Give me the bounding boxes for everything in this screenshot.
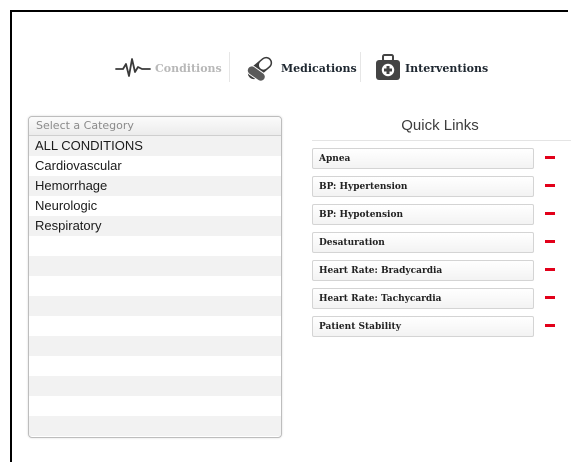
medical-kit-icon — [375, 53, 401, 84]
minus-icon[interactable] — [545, 296, 555, 299]
tab-medications-label: Medications — [281, 61, 357, 75]
quick-links-title: Quick Links — [401, 117, 479, 134]
tab-conditions-label: Conditions — [155, 61, 222, 75]
category-empty-row — [29, 416, 281, 436]
quick-link-heart-rate-tachycardia[interactable]: Heart Rate: Tachycardia — [312, 288, 534, 309]
category-empty-row — [29, 316, 281, 336]
tab-interventions-label: Interventions — [405, 61, 489, 75]
quick-link-item: Desaturation — [312, 232, 571, 260]
category-empty-row — [29, 236, 281, 256]
tab-interventions[interactable]: Interventions — [375, 53, 489, 80]
quick-link-heart-rate-bradycardia[interactable]: Heart Rate: Bradycardia — [312, 260, 534, 281]
quick-link-patient-stability[interactable]: Patient Stability — [312, 316, 534, 337]
category-empty-row — [29, 376, 281, 396]
category-item-neurologic[interactable]: Neurologic — [29, 196, 281, 216]
quick-link-desaturation[interactable]: Desaturation — [312, 232, 534, 253]
minus-icon[interactable] — [545, 156, 555, 159]
minus-icon[interactable] — [545, 184, 555, 187]
quick-link-apnea[interactable]: Apnea — [312, 148, 534, 169]
category-item-respiratory[interactable]: Respiratory — [29, 216, 281, 236]
quick-link-item: Apnea — [312, 148, 571, 176]
minus-icon[interactable] — [545, 324, 555, 327]
tab-separator — [360, 52, 361, 82]
tab-conditions[interactable]: Conditions — [115, 56, 222, 80]
quick-link-bp-hypotension[interactable]: BP: Hypotension — [312, 204, 534, 225]
heartbeat-icon — [115, 56, 151, 81]
tab-medications[interactable]: Medications — [243, 56, 357, 82]
quick-link-item: Heart Rate: Bradycardia — [312, 260, 571, 288]
pills-icon — [243, 52, 277, 85]
tab-bar: Conditions Medications Interventions — [0, 0, 571, 110]
category-empty-row — [29, 336, 281, 356]
category-list[interactable]: Select a Category ALL CONDITIONS Cardiov… — [28, 116, 282, 438]
category-item-hemorrhage[interactable]: Hemorrhage — [29, 176, 281, 196]
category-list-header: Select a Category — [29, 117, 281, 136]
quick-link-item: Patient Stability — [312, 316, 571, 344]
quick-link-bp-hypertension[interactable]: BP: Hypertension — [312, 176, 534, 197]
quick-link-item: Heart Rate: Tachycardia — [312, 288, 571, 316]
category-empty-row — [29, 256, 281, 276]
minus-icon[interactable] — [545, 268, 555, 271]
quick-links-divider — [312, 140, 571, 141]
category-empty-row — [29, 296, 281, 316]
quick-links-list: Apnea BP: Hypertension BP: Hypotension D… — [312, 148, 571, 344]
category-item-cardiovascular[interactable]: Cardiovascular — [29, 156, 281, 176]
quick-link-item: BP: Hypotension — [312, 204, 571, 232]
category-item-all-conditions[interactable]: ALL CONDITIONS — [29, 136, 281, 156]
minus-icon[interactable] — [545, 240, 555, 243]
quick-link-item: BP: Hypertension — [312, 176, 571, 204]
minus-icon[interactable] — [545, 212, 555, 215]
tab-separator — [229, 52, 230, 82]
category-empty-row — [29, 276, 281, 296]
category-rows: ALL CONDITIONS Cardiovascular Hemorrhage… — [29, 136, 281, 436]
category-empty-row — [29, 356, 281, 376]
category-empty-row — [29, 396, 281, 416]
